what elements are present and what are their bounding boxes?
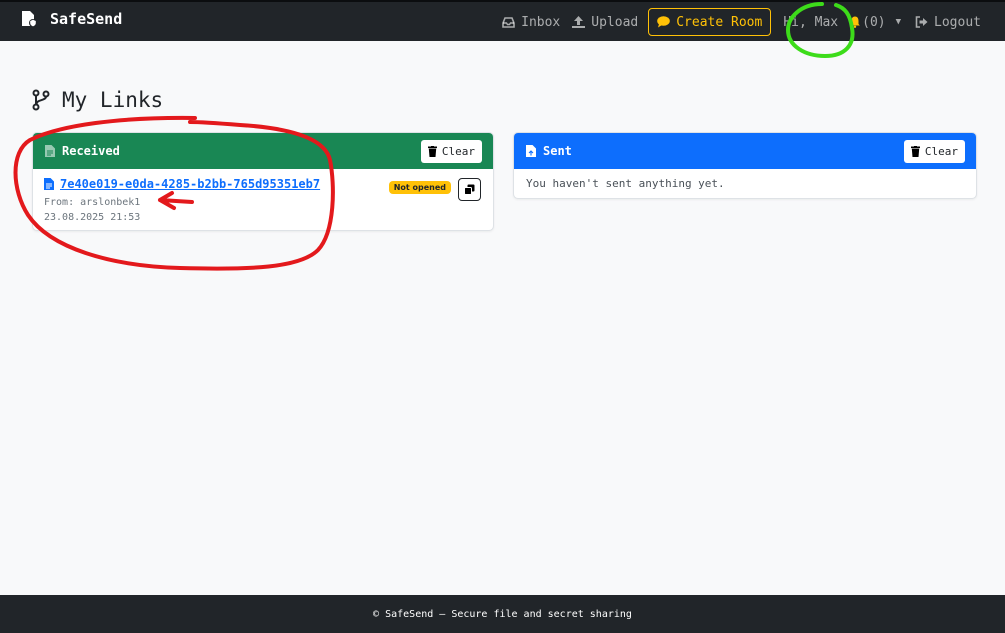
clear-received-label: Clear: [441, 144, 475, 158]
nav-logout-label: Logout: [934, 14, 981, 30]
chat-icon: [657, 16, 671, 28]
footer: © SafeSend — Secure file and secret shar…: [0, 595, 1005, 633]
nav-logout[interactable]: Logout: [915, 15, 981, 30]
nav-upload-label: Upload: [591, 14, 639, 30]
received-file-link-text: 7e40e019-e0da-4285-b2bb-765d95351eb7: [60, 177, 321, 191]
status-badge: Not opened: [388, 181, 451, 194]
file-icon: [45, 145, 55, 157]
create-room-button[interactable]: Create Room: [648, 8, 772, 36]
user-greeting: Hi, Max: [783, 14, 839, 30]
notification-count: (0): [862, 14, 886, 30]
nav-upload[interactable]: Upload: [572, 15, 638, 30]
received-card-title: Received: [45, 144, 120, 158]
upload-icon: [572, 16, 586, 28]
sent-card-header: Sent Clear: [514, 133, 976, 169]
create-room-label: Create Room: [676, 14, 763, 30]
footer-text: © SafeSend — Secure file and secret shar…: [373, 608, 632, 620]
received-card: Received Clear 7e40e019-e0da-4285-b2bb-7…: [32, 132, 494, 231]
notifications-button[interactable]: (0): [850, 14, 886, 30]
nav-inbox[interactable]: Inbox: [502, 15, 560, 30]
sent-empty-message: You haven't sent anything yet.: [526, 177, 725, 190]
received-card-header: Received Clear: [33, 133, 493, 169]
sent-title-text: Sent: [543, 144, 572, 158]
received-from: From: arslonbek1: [44, 197, 141, 208]
copy-icon: [464, 184, 475, 195]
clear-sent-button[interactable]: Clear: [903, 139, 965, 163]
list-item: 7e40e019-e0da-4285-b2bb-765d95351eb7 Fro…: [33, 169, 493, 230]
trash-icon: [427, 145, 437, 157]
navbar: SafeSend Inbox Upload Create Room Hi, Ma…: [0, 0, 1005, 41]
inbox-icon: [502, 16, 515, 28]
file-icon: [526, 145, 536, 157]
chevron-down-icon[interactable]: ▼: [896, 17, 901, 27]
nav-right: Inbox Upload Create Room Hi, Max (0) ▼ L…: [490, 8, 981, 36]
received-date: 23.08.2025 21:53: [44, 212, 141, 223]
page-title-text: My Links: [62, 88, 164, 112]
nav-inbox-label: Inbox: [521, 14, 561, 30]
brand-link[interactable]: SafeSend: [20, 10, 122, 28]
safesend-logo-icon: [22, 11, 37, 27]
sent-card: Sent Clear You haven't sent anything yet…: [513, 132, 977, 199]
received-title-text: Received: [62, 144, 120, 158]
sent-card-title: Sent: [526, 144, 572, 158]
branch-icon: [32, 89, 50, 111]
logout-icon: [915, 16, 928, 28]
brand-name: SafeSend: [50, 10, 123, 28]
clear-received-button[interactable]: Clear: [420, 139, 482, 163]
clear-sent-label: Clear: [924, 144, 958, 158]
bell-icon: [850, 16, 860, 28]
trash-icon: [910, 145, 920, 157]
file-icon: [44, 178, 54, 190]
copy-link-button[interactable]: [458, 178, 481, 201]
page-title: My Links: [30, 88, 163, 112]
